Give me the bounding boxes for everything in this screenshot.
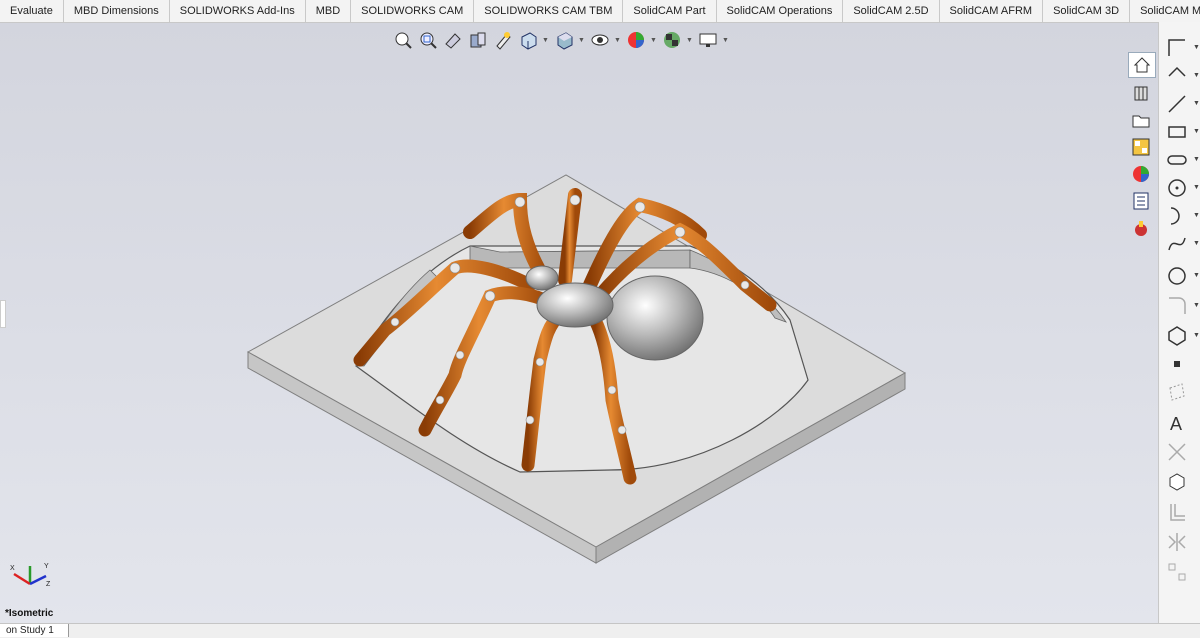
- graphics-area[interactable]: [0, 23, 1160, 623]
- spider-model[interactable]: [0, 23, 1160, 623]
- tab-7[interactable]: SolidCAM Operations: [717, 0, 844, 22]
- chevron-down-icon[interactable]: ▼: [1193, 44, 1200, 51]
- tab-0[interactable]: Evaluate: [0, 0, 64, 22]
- previous-view-icon[interactable]: [442, 29, 464, 51]
- parts-library-icon[interactable]: [1128, 81, 1154, 105]
- solidworks-forum-icon[interactable]: [1128, 216, 1154, 240]
- tab-5[interactable]: SOLIDWORKS CAM TBM: [474, 0, 624, 22]
- triad-z-label: Z: [46, 581, 51, 588]
- triad-y-label: Y: [44, 563, 49, 570]
- slot-icon[interactable]: [1165, 148, 1189, 172]
- plane-icon[interactable]: [1165, 380, 1189, 404]
- chevron-down-icon[interactable]: ▼: [1193, 212, 1200, 219]
- chevron-down-icon[interactable]: ▼: [1193, 156, 1200, 163]
- apply-scene-icon[interactable]: [661, 29, 683, 51]
- tab-10[interactable]: SolidCAM 3D: [1043, 0, 1131, 22]
- mirror-icon[interactable]: [1165, 530, 1189, 554]
- chevron-down-icon[interactable]: ▼: [1193, 332, 1200, 339]
- reference-triad: Y X Z: [10, 563, 51, 588]
- text-icon[interactable]: A: [1165, 410, 1189, 434]
- chevron-down-icon[interactable]: ▼: [1193, 72, 1200, 79]
- circle-icon[interactable]: [1165, 176, 1189, 200]
- spider-head: [525, 265, 559, 291]
- spider-thorax: [536, 282, 614, 328]
- sketch-toolbar: ▼ ▼ ▼ ▼ ▼ ▼ ▼ ▼ ▼ ▼ ▼ A: [1158, 22, 1200, 626]
- chevron-down-icon[interactable]: ▼: [722, 29, 730, 51]
- corner-rectangle-icon[interactable]: [1165, 36, 1189, 60]
- spider-abdomen: [606, 275, 704, 361]
- hide-show-icon[interactable]: [589, 29, 611, 51]
- chevron-down-icon[interactable]: ▼: [1193, 184, 1200, 191]
- point-icon[interactable]: [1165, 352, 1189, 376]
- dynamic-annotation-icon[interactable]: [492, 29, 514, 51]
- tab-6[interactable]: SolidCAM Part: [623, 0, 717, 22]
- status-bar: on Study 1: [0, 623, 1200, 638]
- task-pane-tabs: [1128, 52, 1158, 240]
- view-settings-icon[interactable]: [697, 29, 719, 51]
- tab-4[interactable]: SOLIDWORKS CAM: [351, 0, 475, 22]
- view-palette-icon[interactable]: [1128, 135, 1154, 159]
- study-tab[interactable]: on Study 1: [0, 624, 69, 637]
- convert-entities-icon[interactable]: [1165, 470, 1189, 494]
- appearances-icon[interactable]: [1128, 162, 1154, 186]
- view-orientation-icon[interactable]: [517, 29, 539, 51]
- section-view-icon[interactable]: [467, 29, 489, 51]
- pattern-icon[interactable]: [1165, 560, 1189, 584]
- chevron-down-icon[interactable]: ▼: [542, 29, 550, 51]
- chevron-down-icon[interactable]: ▼: [578, 29, 586, 51]
- line-icon[interactable]: [1165, 64, 1189, 88]
- file-explorer-icon[interactable]: [1128, 108, 1154, 132]
- edit-appearance-icon[interactable]: [625, 29, 647, 51]
- smart-line-icon[interactable]: [1165, 92, 1189, 116]
- rectangle-icon[interactable]: [1165, 120, 1189, 144]
- offset-icon[interactable]: [1165, 500, 1189, 524]
- chevron-down-icon[interactable]: ▼: [686, 29, 694, 51]
- chevron-down-icon[interactable]: ▼: [614, 29, 622, 51]
- chevron-down-icon[interactable]: ▼: [650, 29, 658, 51]
- triad-x-label: X: [10, 565, 15, 572]
- tab-2[interactable]: SOLIDWORKS Add-Ins: [170, 0, 306, 22]
- tab-8[interactable]: SolidCAM 2.5D: [843, 0, 940, 22]
- tab-3[interactable]: MBD: [306, 0, 352, 22]
- polygon-icon[interactable]: [1165, 324, 1189, 348]
- chevron-down-icon[interactable]: ▼: [1193, 240, 1200, 247]
- tab-1[interactable]: MBD Dimensions: [64, 0, 170, 22]
- spline-icon[interactable]: [1165, 232, 1189, 256]
- view-name-label: *Isometric: [5, 608, 54, 619]
- tab-11[interactable]: SolidCAM Multiaxis: [1130, 0, 1200, 22]
- chevron-down-icon[interactable]: ▼: [1193, 302, 1200, 309]
- zoom-area-icon[interactable]: [417, 29, 439, 51]
- heads-up-view-toolbar: ▼ ▼ ▼ ▼ ▼ ▼: [392, 27, 730, 53]
- ellipse-icon[interactable]: [1165, 264, 1189, 288]
- custom-properties-icon[interactable]: [1128, 189, 1154, 213]
- chevron-down-icon[interactable]: ▼: [1193, 128, 1200, 135]
- fillet-icon[interactable]: [1165, 294, 1189, 318]
- panel-collapse-handle[interactable]: [0, 300, 6, 328]
- chevron-down-icon[interactable]: ▼: [1193, 100, 1200, 107]
- arc-icon[interactable]: [1165, 204, 1189, 228]
- zoom-to-fit-icon[interactable]: [392, 29, 414, 51]
- trim-icon[interactable]: [1165, 440, 1189, 464]
- chevron-down-icon[interactable]: ▼: [1193, 272, 1200, 279]
- tab-9[interactable]: SolidCAM AFRM: [940, 0, 1044, 22]
- svg-text:A: A: [1170, 414, 1182, 434]
- display-style-icon[interactable]: [553, 29, 575, 51]
- home-icon[interactable]: [1128, 52, 1156, 78]
- command-manager-tabs: Evaluate MBD Dimensions SOLIDWORKS Add-Ins…: [0, 0, 1200, 23]
